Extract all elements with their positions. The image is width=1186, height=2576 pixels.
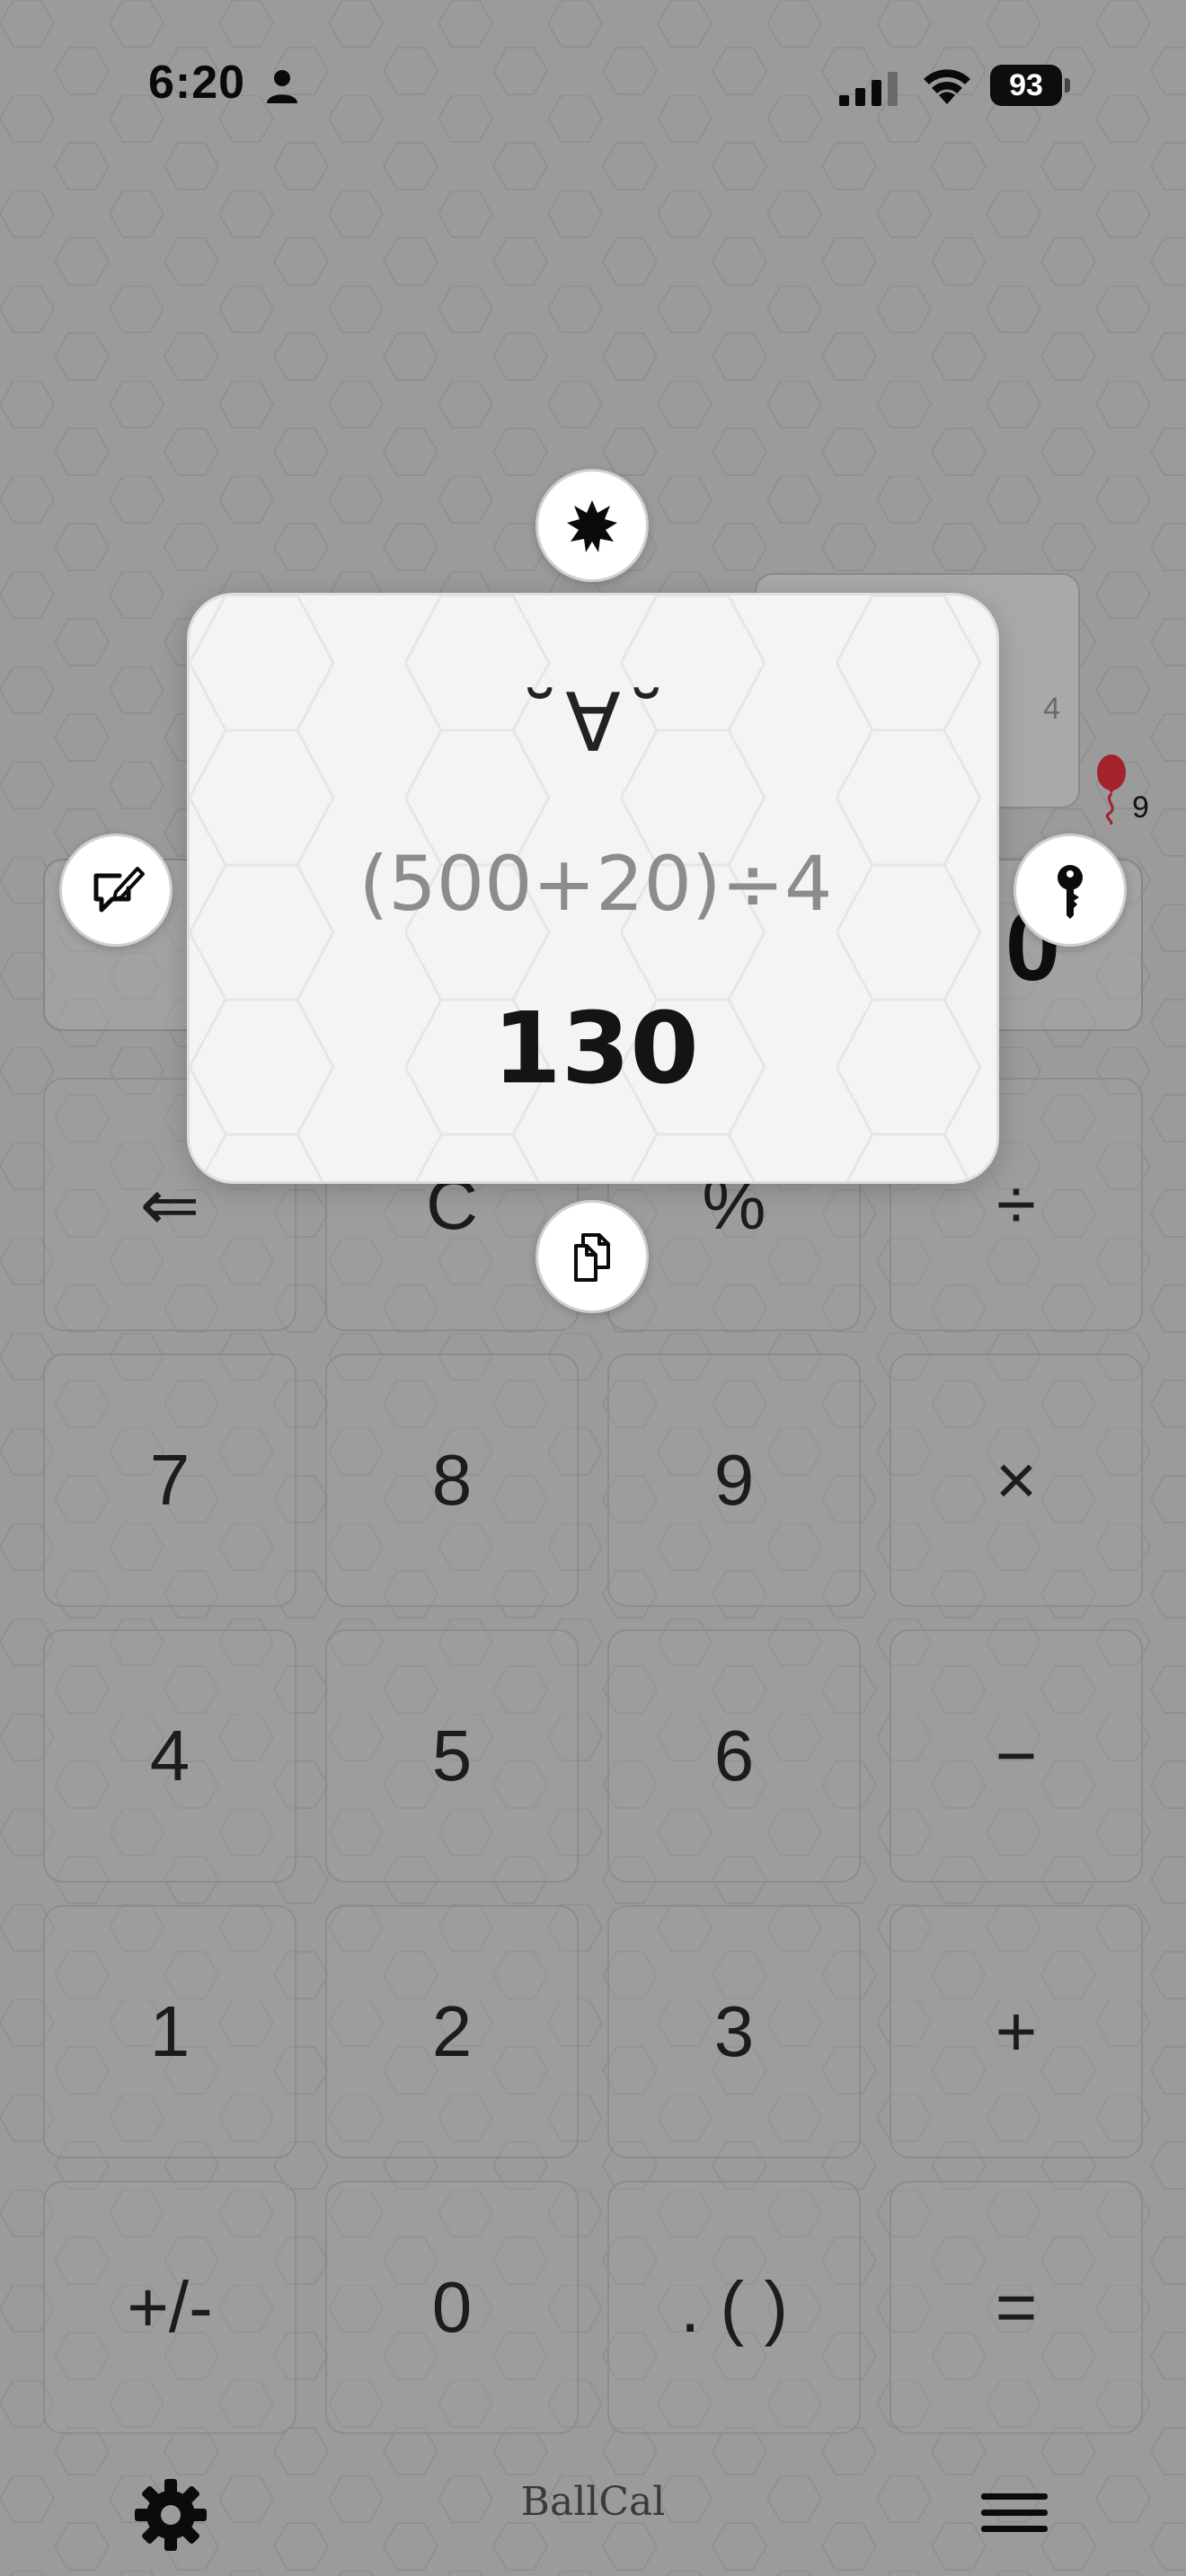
status-bar: 6:20 93 — [0, 0, 1186, 171]
history-snippet: 4 — [1043, 692, 1060, 726]
edit-comment-button[interactable] — [59, 834, 173, 947]
key-7[interactable]: 7 — [43, 1354, 296, 1607]
key-2[interactable]: 2 — [325, 1905, 579, 2158]
key-plus-minus[interactable]: +/- — [43, 2181, 296, 2434]
key-multiply[interactable]: × — [890, 1354, 1143, 1607]
key-icon — [1058, 865, 1083, 919]
popup-result: 130 — [492, 991, 699, 1106]
edit-comment-icon — [93, 867, 145, 913]
hamburger-menu-icon[interactable] — [981, 2488, 1048, 2538]
key-8[interactable]: 8 — [325, 1354, 579, 1607]
key-1[interactable]: 1 — [43, 1905, 296, 2158]
key-button[interactable] — [1013, 834, 1127, 947]
key-9[interactable]: 9 — [607, 1354, 861, 1607]
battery-tip — [1065, 78, 1070, 93]
kaomoji-face: ˘∀˘ — [519, 676, 672, 771]
key-6[interactable]: 6 — [607, 1629, 861, 1883]
copy-icon — [574, 1233, 610, 1282]
status-time: 6:20 — [148, 57, 246, 109]
balloon-count: 9 — [1132, 790, 1149, 825]
key-4[interactable]: 4 — [43, 1629, 296, 1883]
key-0[interactable]: 0 — [325, 2181, 579, 2434]
popup-expression: (500+20)÷4 — [358, 840, 833, 928]
battery-level: 93 — [990, 65, 1062, 106]
wifi-icon — [924, 69, 970, 104]
key-3[interactable]: 3 — [607, 1905, 861, 2158]
key-5[interactable]: 5 — [325, 1629, 579, 1883]
key-add[interactable]: + — [890, 1905, 1143, 2158]
balloon-icon[interactable] — [1091, 754, 1132, 825]
key-decimal-parentheses[interactable]: . ( ) — [607, 2181, 861, 2434]
sparkle-button[interactable] — [535, 469, 649, 582]
key-equals[interactable]: = — [890, 2181, 1143, 2434]
person-icon — [267, 70, 297, 103]
copy-button[interactable] — [535, 1200, 649, 1313]
sparkle-icon — [567, 500, 617, 552]
cellular-signal-icon — [839, 72, 898, 106]
key-subtract[interactable]: − — [890, 1629, 1143, 1883]
battery-indicator: 93 — [990, 65, 1071, 106]
result-popup: ˘∀˘ (500+20)÷4 130 — [187, 593, 999, 1184]
